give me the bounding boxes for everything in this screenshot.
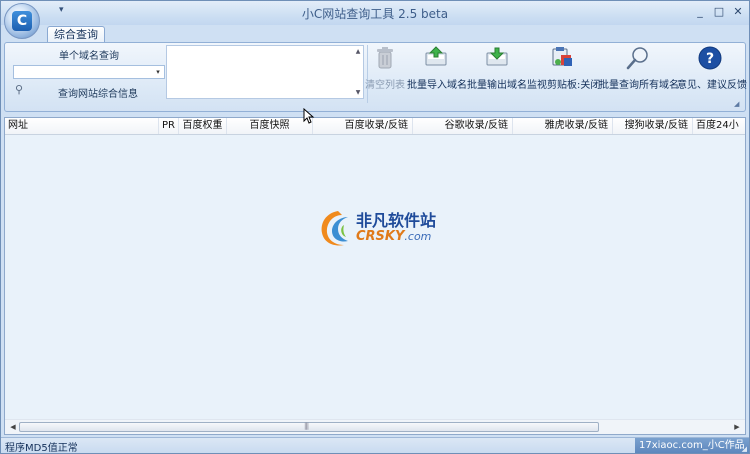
batch-query-all-button[interactable]: 批量查询所有域名: [599, 45, 679, 101]
monitor-clipboard-button[interactable]: 监视剪贴板:关闭: [527, 45, 601, 101]
app-window: ▾ 小C网站查询工具 2.5 beta _ □ ✕ C 综合查询 单个域名查询 …: [0, 0, 750, 454]
result-list[interactable]: 网址 PR 百度权重 百度快照 百度收录/反链 谷歌收录/反链 雅虎收录/反链 …: [4, 117, 746, 435]
export-icon: [486, 47, 508, 66]
batch-domain-textarea[interactable]: ▲ ▼: [166, 45, 364, 99]
query-site-info-button[interactable]: ⚲ 查询网站综合信息: [13, 83, 165, 100]
feedback-label: 意见、建议反馈: [677, 80, 747, 91]
ribbon-panel: 单个域名查询 ▾ ⚲ 查询网站综合信息 ▲ ▼ 清空列表 批量导入域名 批量输出…: [4, 42, 747, 112]
monitor-clipboard-label: 监视剪贴板:关闭: [527, 80, 601, 91]
single-domain-group: 单个域名查询 ▾ ⚲ 查询网站综合信息: [9, 45, 169, 101]
status-author-text: 17xiaoc.com_小C作品: [639, 440, 745, 451]
scroll-down-icon[interactable]: ▼: [354, 89, 362, 96]
status-md5-text: 程序MD5值正常: [5, 443, 78, 454]
clipboard-monitor-icon: [552, 47, 572, 66]
batch-export-domains-button[interactable]: 批量输出域名: [467, 45, 527, 101]
watermark-logo: 非凡软件站 CRSKY.com: [316, 205, 440, 253]
column-header-google-index[interactable]: 谷歌收录/反链: [413, 118, 513, 134]
column-header-baidu-weight[interactable]: 百度权重: [179, 118, 227, 134]
watermark-brand: CRSKY: [356, 229, 405, 244]
title-bar[interactable]: ▾ 小C网站查询工具 2.5 beta _ □ ✕: [1, 1, 749, 25]
magnifier-icon: [626, 47, 648, 70]
batch-query-label: 批量查询所有域名: [599, 80, 679, 91]
column-header-url[interactable]: 网址: [5, 118, 159, 134]
status-bar: 程序MD5值正常 17xiaoc.com_小C作品 ◢: [1, 437, 749, 454]
column-header-yahoo-index[interactable]: 雅虎收录/反链: [513, 118, 613, 134]
column-header-baidu-snapshot[interactable]: 百度快照: [227, 118, 313, 134]
swirl-logo-icon: [321, 211, 348, 246]
column-header-baidu-index[interactable]: 百度收录/反链: [313, 118, 413, 134]
scroll-left-icon[interactable]: ◀: [8, 422, 18, 432]
textarea-scrollbar[interactable]: ▲ ▼: [353, 46, 363, 98]
query-site-info-label: 查询网站综合信息: [58, 89, 138, 100]
maximize-button[interactable]: □: [710, 4, 728, 20]
feedback-button[interactable]: ? 意见、建议反馈: [677, 45, 747, 101]
watermark-domain: .com: [404, 230, 432, 243]
help-icon: ?: [698, 46, 722, 70]
search-icon: ⚲: [15, 83, 24, 96]
app-logo-icon: C: [12, 11, 32, 31]
trash-icon: [377, 47, 393, 69]
resize-grip-icon[interactable]: ◢: [742, 442, 747, 454]
app-menu-button[interactable]: C: [4, 3, 40, 39]
horizontal-scrollbar[interactable]: ◀ ||| ▶: [5, 419, 745, 434]
status-author-link[interactable]: 17xiaoc.com_小C作品 ◢: [635, 438, 749, 453]
column-header-pr[interactable]: PR: [159, 118, 179, 134]
mouse-cursor-icon: [303, 108, 315, 124]
scroll-right-icon[interactable]: ▶: [732, 422, 742, 432]
window-title: 小C网站查询工具 2.5 beta: [301, 7, 449, 21]
close-button[interactable]: ✕: [729, 4, 747, 20]
column-header-baidu-24h[interactable]: 百度24小: [693, 118, 745, 134]
chevron-down-icon[interactable]: ▾: [153, 67, 163, 77]
watermark-cn-text: 非凡软件站: [356, 211, 437, 230]
list-header: 网址 PR 百度权重 百度快照 百度收录/反链 谷歌收录/反链 雅虎收录/反链 …: [5, 118, 745, 135]
single-domain-label: 单个域名查询: [59, 51, 119, 62]
batch-import-domains-button[interactable]: 批量导入域名: [407, 45, 467, 101]
clear-list-label: 清空列表: [365, 80, 405, 91]
svg-text:?: ?: [706, 51, 714, 67]
clear-list-button[interactable]: 清空列表: [365, 45, 405, 101]
column-header-sogou-index[interactable]: 搜狗收录/反链: [613, 118, 693, 134]
ribbon-tabstrip: 综合查询: [1, 25, 749, 44]
minimize-button[interactable]: _: [691, 4, 709, 20]
scroll-up-icon[interactable]: ▲: [354, 48, 362, 55]
grip-icon: |||: [304, 422, 309, 430]
domain-combo-input[interactable]: ▾: [13, 65, 165, 79]
watermark-en-text: CRSKY.com: [356, 229, 431, 244]
batch-import-label: 批量导入域名: [407, 80, 467, 91]
batch-export-label: 批量输出域名: [467, 80, 527, 91]
ribbon-launcher-icon[interactable]: ◢: [734, 100, 742, 108]
scrollbar-thumb[interactable]: |||: [19, 422, 599, 432]
import-icon: [425, 46, 447, 66]
